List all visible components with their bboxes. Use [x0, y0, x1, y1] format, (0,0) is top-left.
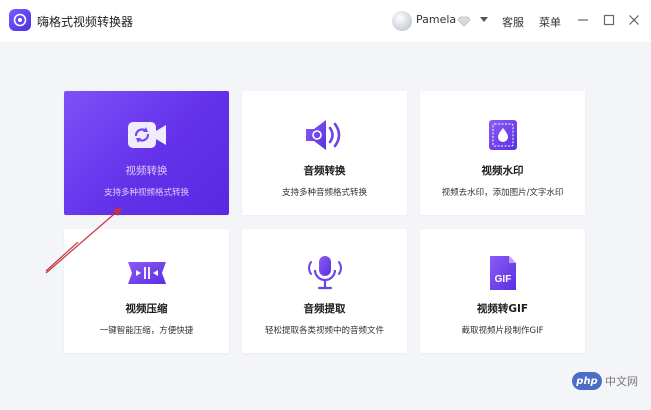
card-title: 视频转GIF [476, 303, 529, 315]
card-desc: 支持多种音频格式转换 [281, 188, 367, 198]
red-pointer-arrow [45, 207, 122, 274]
card-title: 视频水印 [481, 165, 524, 177]
card-audio-convert[interactable]: 音频转换 支持多种音频格式转换 [242, 91, 407, 215]
card-title: 视频压缩 [125, 303, 168, 315]
user-name[interactable]: Pamela [416, 13, 456, 26]
minimize-icon[interactable] [575, 12, 591, 28]
compress-icon [125, 253, 169, 293]
card-title: 音频提取 [303, 303, 346, 315]
app-logo-icon [9, 9, 31, 31]
avatar[interactable] [392, 11, 412, 31]
vip-diamond-icon [457, 16, 471, 27]
card-title: 音频转换 [303, 165, 346, 177]
card-desc: 一键智能压缩，方便快捷 [99, 326, 194, 336]
card-video-watermark[interactable]: 视频水印 视频去水印，添加图片/文字水印 [420, 91, 585, 215]
app-title: 嗨格式视频转换器 [37, 15, 134, 29]
support-button[interactable]: 客服 [502, 14, 524, 30]
watermark-icon [481, 115, 525, 155]
card-desc: 轻松提取各类视频中的音频文件 [264, 326, 384, 336]
audio-convert-icon [303, 115, 347, 155]
microphone-icon [303, 253, 347, 293]
card-desc: 截取视频片段制作GIF [461, 326, 544, 336]
card-video-to-gif[interactable]: GIF 视频转GIF 截取视频片段制作GIF [420, 229, 585, 353]
title-bar: 嗨格式视频转换器 Pamela 客服 菜单 [0, 0, 651, 42]
gif-file-icon: GIF [481, 253, 525, 293]
chevron-down-icon[interactable] [480, 17, 488, 22]
menu-button[interactable]: 菜单 [539, 14, 561, 30]
watermark-badge: php [572, 372, 602, 390]
svg-text:GIF: GIF [494, 274, 511, 285]
video-convert-icon [125, 115, 169, 155]
watermark-text: 中文网 [605, 375, 638, 388]
maximize-icon[interactable] [601, 12, 617, 28]
site-watermark: php 中文网 [572, 370, 644, 392]
card-audio-extract[interactable]: 音频提取 轻松提取各类视频中的音频文件 [242, 229, 407, 353]
card-desc: 视频去水印，添加图片/文字水印 [441, 188, 564, 198]
close-icon[interactable] [626, 12, 642, 28]
card-title: 视频转换 [125, 165, 168, 177]
